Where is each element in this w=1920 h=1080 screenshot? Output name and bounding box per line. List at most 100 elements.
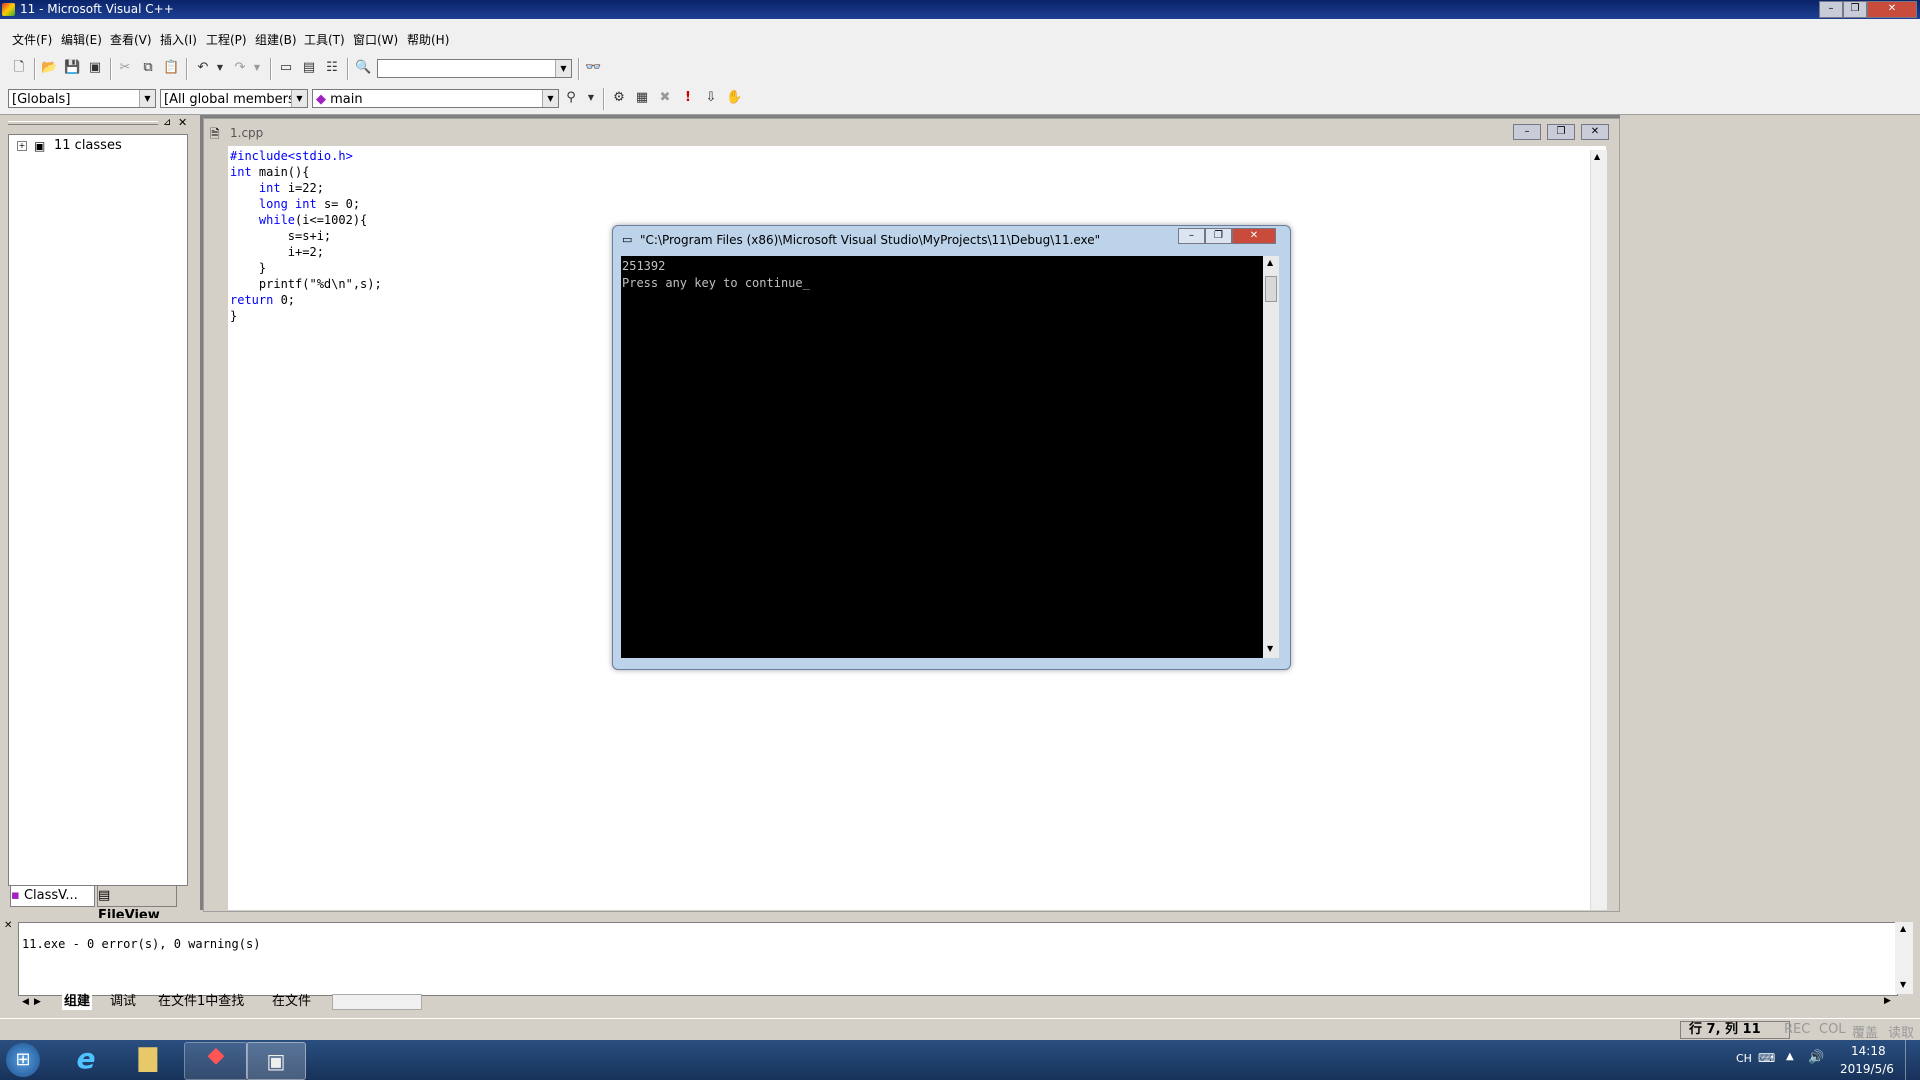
internet-explorer-icon[interactable]: e <box>64 1042 108 1078</box>
scope-combo[interactable]: [Globals] ▼ <box>8 89 156 108</box>
class-tree[interactable]: + ▣ 11 classes <box>8 134 188 886</box>
output-close-icon[interactable]: ✕ <box>4 920 12 931</box>
build-icon[interactable]: ▦ <box>634 90 650 106</box>
members-combo[interactable]: [All global members ▼ <box>160 89 308 108</box>
window-list-icon[interactable]: ☷ <box>324 60 340 76</box>
tab-fileview[interactable]: ▤ FileView <box>97 886 177 923</box>
tab-build[interactable]: 组建 <box>62 994 93 1010</box>
cut-icon[interactable]: ✂ <box>117 60 133 76</box>
menu-edit[interactable]: 编辑(E) <box>61 31 102 48</box>
undo-icon[interactable]: ↶ <box>195 60 211 76</box>
new-file-icon[interactable]: 🗋 <box>11 60 27 76</box>
scroll-down-icon[interactable]: ▼ <box>1900 980 1906 989</box>
pane-float-icon[interactable]: ⊿ <box>163 117 171 128</box>
tab-debug[interactable]: 调试 <box>110 994 136 1010</box>
pane-close-icon[interactable]: ✕ <box>178 116 187 129</box>
stop-build-icon[interactable]: ✖ <box>657 90 673 106</box>
console-minimize-button[interactable]: – <box>1178 228 1205 244</box>
menu-window[interactable]: 窗口(W) <box>353 31 398 48</box>
tab-find-in-files-2[interactable]: 在文件 <box>272 994 311 1010</box>
keyword-token: return <box>230 293 274 307</box>
pane-grip[interactable] <box>8 121 158 125</box>
show-desktop-button[interactable] <box>1905 1040 1920 1080</box>
keyboard-icon[interactable]: ⌨ <box>1758 1051 1775 1065</box>
editor-close-button[interactable]: ✕ <box>1581 124 1609 140</box>
console-maximize-button[interactable]: ❐ <box>1205 228 1232 244</box>
find-in-files-icon[interactable]: 🔍 <box>355 60 371 76</box>
menu-tools[interactable]: 工具(T) <box>304 31 345 48</box>
code-line: int i=22; <box>230 181 324 195</box>
scroll-up-icon[interactable]: ▲ <box>1594 152 1600 161</box>
keyword-token: long <box>258 197 288 211</box>
editor-minimize-button[interactable]: – <box>1513 124 1541 140</box>
clock-time[interactable]: 14:18 <box>1851 1044 1886 1058</box>
scroll-right-icon[interactable]: ▶ <box>1884 996 1891 1006</box>
binoculars-icon[interactable]: 👓 <box>585 60 601 76</box>
visual-cpp-taskbar-icon[interactable]: ◆ <box>184 1042 248 1080</box>
tab-find-in-files-1[interactable]: 在文件1中查找 <box>158 994 244 1010</box>
compile-icon[interactable]: ⚙ <box>611 90 627 106</box>
chevron-down-icon[interactable]: ▼ <box>139 90 155 107</box>
code-line: i+=2; <box>230 245 324 259</box>
volume-icon[interactable]: 🔊 <box>1808 1050 1824 1065</box>
console-close-button[interactable]: ✕ <box>1232 228 1276 244</box>
toolbar-separator <box>110 58 112 80</box>
language-indicator[interactable]: CH <box>1736 1052 1752 1065</box>
output-scrollbar[interactable]: ▲ ▼ <box>1895 922 1913 994</box>
editor-restore-button[interactable]: ❐ <box>1547 124 1575 140</box>
tab-scroll-right-icon[interactable]: ▶ <box>34 994 41 1010</box>
tab-classview[interactable]: ▪ ClassV... <box>10 886 95 907</box>
paste-icon[interactable]: 📋 <box>163 60 179 76</box>
open-folder-icon[interactable]: 📂 <box>41 60 57 76</box>
console-icon: ▭ <box>622 233 633 246</box>
clock-date[interactable]: 2019/5/6 <box>1840 1062 1894 1076</box>
output-hscrollbar[interactable] <box>332 994 422 1010</box>
go-icon[interactable]: ⇩ <box>703 90 719 106</box>
save-all-icon[interactable]: ▣ <box>87 60 103 76</box>
save-icon[interactable]: 💾 <box>64 60 80 76</box>
expand-icon[interactable]: + <box>17 141 27 151</box>
output-text-area[interactable]: 11.exe - 0 error(s), 0 warning(s) <box>18 922 1898 996</box>
console-taskbar-icon[interactable]: ▣ <box>246 1042 306 1080</box>
title-bar: 11 - Microsoft Visual C++ – ❐ ✕ <box>0 0 1920 19</box>
file-explorer-icon[interactable]: ▇ <box>126 1044 170 1076</box>
menu-help[interactable]: 帮助(H) <box>407 31 449 48</box>
find-combo[interactable]: ▼ <box>377 59 572 78</box>
copy-icon[interactable]: ⧉ <box>140 60 156 76</box>
breakpoint-hand-icon[interactable]: ✋ <box>726 90 742 106</box>
redo-icon[interactable]: ↷ <box>232 60 248 76</box>
workspace-icon[interactable]: ▭ <box>278 60 294 76</box>
redo-dropdown-icon[interactable]: ▼ <box>249 60 265 76</box>
maximize-button[interactable]: ❐ <box>1843 1 1867 18</box>
menu-file[interactable]: 文件(F) <box>12 31 52 48</box>
wizard-dropdown-icon[interactable]: ▼ <box>583 90 599 106</box>
menu-build[interactable]: 组建(B) <box>255 31 297 48</box>
start-button[interactable]: ⊞ <box>6 1043 40 1077</box>
console-output[interactable]: 251392 Press any key to continue_ <box>621 256 1263 658</box>
scroll-thumb[interactable] <box>1265 276 1277 302</box>
tab-scroll-left-icon[interactable]: ◀ <box>22 994 29 1010</box>
editor-scrollbar[interactable]: ▲ <box>1590 150 1607 910</box>
minimize-button[interactable]: – <box>1819 1 1843 18</box>
menu-insert[interactable]: 插入(I) <box>160 31 197 48</box>
menu-view[interactable]: 查看(V) <box>110 31 152 48</box>
close-button[interactable]: ✕ <box>1867 1 1917 18</box>
tray-expand-icon[interactable]: ▲ <box>1786 1051 1794 1062</box>
code-text[interactable]: #include<stdio.h> int main(){ int i=22; … <box>230 148 382 324</box>
menu-project[interactable]: 工程(P) <box>206 31 247 48</box>
scroll-up-icon[interactable]: ▲ <box>1900 924 1906 933</box>
chevron-down-icon[interactable]: ▼ <box>542 90 558 107</box>
chevron-down-icon[interactable]: ▼ <box>555 60 571 77</box>
keyword-token: while <box>258 213 296 227</box>
code-line: while(i<=1002){ <box>230 213 367 227</box>
output-window-icon[interactable]: ▤ <box>301 60 317 76</box>
scroll-up-icon[interactable]: ▲ <box>1267 258 1273 267</box>
tree-root-label[interactable]: 11 classes <box>54 138 122 153</box>
scroll-down-icon[interactable]: ▼ <box>1267 644 1273 653</box>
execute-icon[interactable]: ! <box>680 90 696 106</box>
console-scrollbar[interactable]: ▲ ▼ <box>1263 256 1279 658</box>
wizard-action-icon[interactable]: ⚲ <box>563 90 579 106</box>
chevron-down-icon[interactable]: ▼ <box>291 90 307 107</box>
function-combo[interactable]: ◆ main ▼ <box>312 89 559 108</box>
undo-dropdown-icon[interactable]: ▼ <box>212 60 228 76</box>
